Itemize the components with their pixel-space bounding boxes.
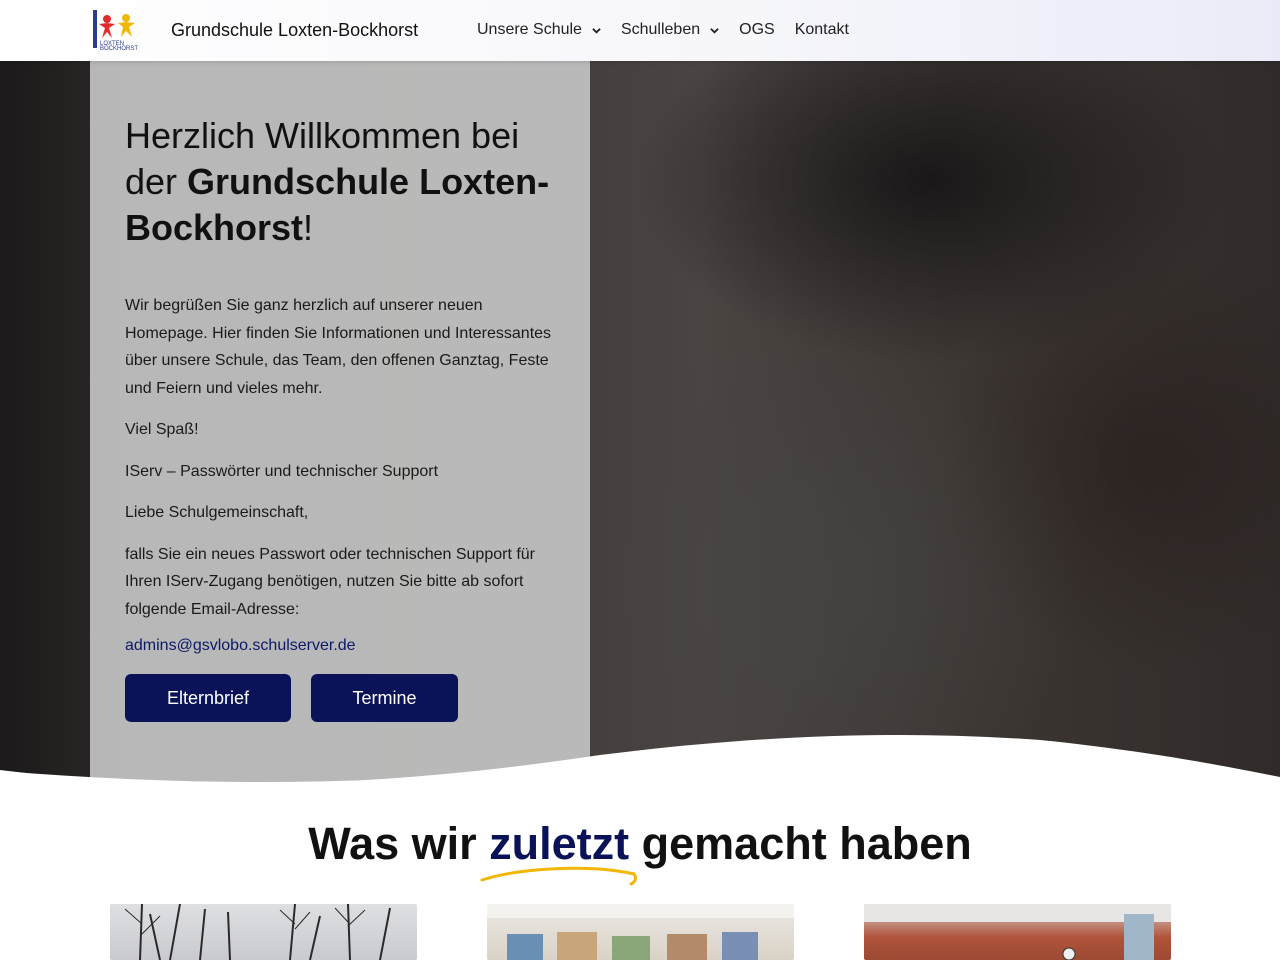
support-paragraph: falls Sie ein neues Passwort oder techni…	[125, 545, 536, 618]
post-card-image[interactable]	[110, 904, 417, 960]
nav-label: Schulleben	[620, 21, 701, 38]
site-header: LOXTEN BOCKHORST Grundschule Loxten-Bock…	[0, 0, 1280, 61]
post-card-image[interactable]	[487, 904, 794, 960]
nav-item-kontakt[interactable]: Kontakt	[795, 21, 849, 39]
chevron-down-icon	[592, 27, 601, 34]
section-title: Was wir zuletzt gemacht haben	[308, 818, 972, 869]
gym-image-icon	[864, 904, 1171, 960]
trees-image-icon	[124, 904, 391, 960]
intro-paragraph: Wir begrüßen Sie ganz herzlich auf unser…	[125, 297, 552, 397]
iserv-heading: IServ – Passwörter und technischer Suppo…	[125, 462, 439, 480]
nav-item-schulleben[interactable]: Schulleben	[621, 21, 719, 39]
school-logo-icon[interactable]: LOXTEN BOCKHORST	[93, 10, 140, 51]
nav-item-ogs[interactable]: OGS	[739, 21, 775, 39]
support-email-link[interactable]: admins@gsvlobo.schulserver.de	[125, 637, 565, 655]
title-underline-icon	[480, 866, 637, 886]
nav-label: Kontakt	[794, 21, 849, 38]
post-card-image[interactable]	[864, 904, 1171, 960]
elternbrief-button[interactable]: Elternbrief	[125, 674, 291, 722]
svg-text:BOCKHORST: BOCKHORST	[100, 46, 138, 51]
main-nav: Unsere Schule Schulleben OGS Kontakt	[477, 21, 869, 39]
hero-section: Herzlich Willkommen bei der Grundschule …	[0, 61, 1280, 801]
welcome-heading: Herzlich Willkommen bei der Grundschule …	[125, 115, 550, 248]
chevron-down-icon	[710, 27, 719, 34]
termine-button[interactable]: Termine	[311, 674, 458, 722]
site-title[interactable]: Grundschule Loxten-Bockhorst	[171, 20, 418, 41]
greeting-text: Liebe Schulgemeinschaft,	[125, 504, 309, 521]
fun-text: Viel Spaß!	[125, 421, 199, 438]
hero-buttons: Elternbrief Termine	[125, 674, 458, 722]
nav-item-unsere-schule[interactable]: Unsere Schule	[477, 21, 601, 39]
nav-label: OGS	[739, 21, 775, 38]
wave-divider	[0, 735, 1280, 805]
classroom-image-icon	[487, 904, 794, 960]
nav-label: Unsere Schule	[477, 21, 582, 38]
welcome-panel: Herzlich Willkommen bei der Grundschule …	[90, 61, 590, 801]
